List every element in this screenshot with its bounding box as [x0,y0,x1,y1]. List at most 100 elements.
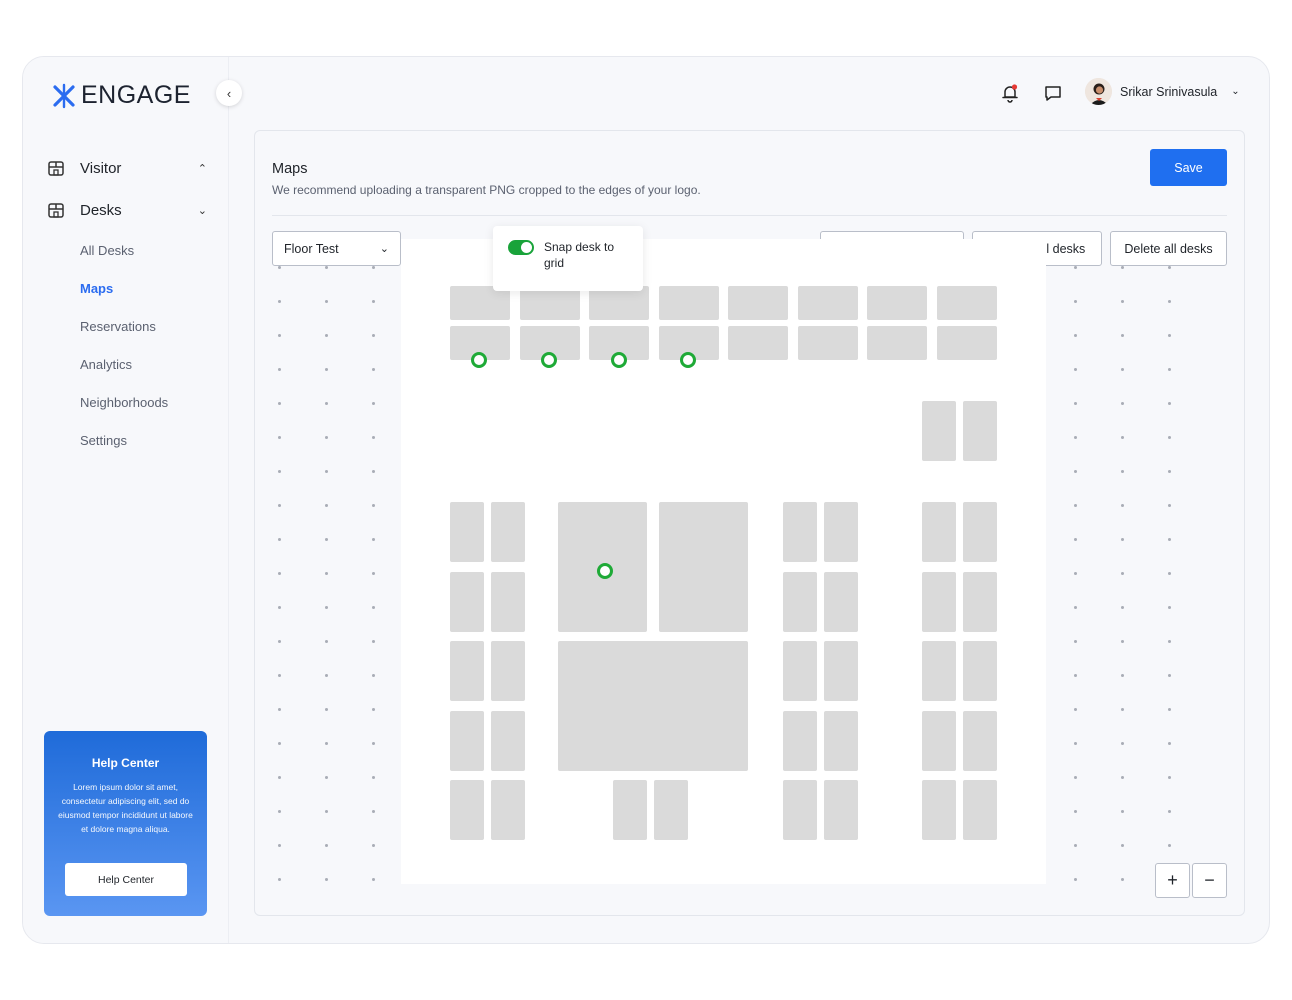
desk[interactable] [491,572,525,632]
desk[interactable] [922,641,956,701]
engage-logo-icon [53,83,75,108]
zoom-out-button[interactable]: − [1192,863,1227,898]
desk[interactable] [963,401,997,461]
desk[interactable] [922,502,956,562]
desk[interactable] [450,780,484,840]
floor-select[interactable]: Floor Test ⌄ [272,231,401,266]
desk[interactable] [783,780,817,840]
sidebar-group-visitor[interactable]: Visitor ⌃ [47,159,207,177]
zoom-in-button[interactable]: + [1155,863,1190,898]
sidebar-item-settings[interactable]: Settings [80,433,127,448]
grid-dot [325,368,328,371]
sidebar-item-analytics[interactable]: Analytics [80,357,132,372]
grid-dot [1074,742,1077,745]
desk[interactable] [450,286,510,320]
grid-dot [1168,334,1171,337]
desk[interactable] [783,641,817,701]
grid-dot [1168,742,1171,745]
desk[interactable] [824,502,858,562]
sidebar-item-maps[interactable]: Maps [80,281,113,296]
desk-marker[interactable] [680,352,696,368]
brand-logo[interactable]: ENGAGE [51,81,191,110]
grid-dot [372,266,375,269]
desk[interactable] [867,286,927,320]
desk[interactable] [922,780,956,840]
desk[interactable] [491,780,525,840]
desk[interactable] [963,780,997,840]
desk[interactable] [963,641,997,701]
grid-dot [278,674,281,677]
desk[interactable] [922,711,956,771]
desk[interactable] [798,326,858,360]
floor-plan-canvas[interactable] [401,239,1046,884]
help-center-card: Help Center Lorem ipsum dolor sit amet, … [44,731,207,916]
desk[interactable] [783,572,817,632]
grid-dot [1074,844,1077,847]
grid-dot [325,300,328,303]
grid-dot [1121,504,1124,507]
desk[interactable] [963,502,997,562]
delete-all-desks-button[interactable]: Delete all desks [1110,231,1227,266]
snap-to-grid-toggle[interactable] [508,240,534,255]
sidebar-item-neighborhoods[interactable]: Neighborhoods [80,395,168,410]
chat-icon[interactable] [1043,83,1063,103]
user-menu[interactable]: Srikar Srinivasula ⌄ [1085,78,1240,105]
sidebar-item-all-desks[interactable]: All Desks [80,243,134,258]
desk[interactable] [798,286,858,320]
desk[interactable] [491,641,525,701]
desk[interactable] [450,502,484,562]
grid-dot [1121,572,1124,575]
desk-marker[interactable] [541,352,557,368]
desk[interactable] [824,572,858,632]
desk[interactable] [491,711,525,771]
sidebar-group-label: Visitor [80,159,122,177]
desk[interactable] [937,286,997,320]
desk[interactable] [783,502,817,562]
desk[interactable] [963,572,997,632]
desk[interactable] [450,572,484,632]
desk[interactable] [824,780,858,840]
grid-dot [1074,368,1077,371]
grid-dot [1168,470,1171,473]
grid-dot [1074,436,1077,439]
grid-dot [1121,470,1124,473]
desk[interactable] [450,641,484,701]
collapse-sidebar-button[interactable]: ‹ [216,80,242,106]
desk[interactable] [520,286,580,320]
app-window: ENGAGE Visitor ⌃ Desks ⌄ All Desks Maps [22,56,1270,944]
desk[interactable] [824,641,858,701]
grid-dot [325,742,328,745]
desk[interactable] [491,502,525,562]
desk[interactable] [922,572,956,632]
desk[interactable] [613,780,647,840]
desk[interactable] [783,711,817,771]
meeting-table[interactable] [558,641,748,771]
desk[interactable] [654,780,688,840]
desk[interactable] [963,711,997,771]
grid-dot [372,300,375,303]
save-button[interactable]: Save [1150,149,1227,186]
sidebar-group-desks[interactable]: Desks ⌄ [47,201,207,219]
desk[interactable] [728,326,788,360]
desk[interactable] [728,286,788,320]
grid-dot [372,572,375,575]
grid-dot [278,436,281,439]
desk[interactable] [937,326,997,360]
sidebar-item-reservations[interactable]: Reservations [80,319,156,334]
desk[interactable] [659,286,719,320]
help-center-button[interactable]: Help Center [65,863,187,896]
meeting-table[interactable] [659,502,748,632]
desk[interactable] [824,711,858,771]
grid-dot [1168,640,1171,643]
desk[interactable] [867,326,927,360]
desk[interactable] [922,401,956,461]
bell-icon[interactable] [1000,83,1020,103]
desk-marker[interactable] [597,563,613,579]
grid-dot [1168,776,1171,779]
desk-marker[interactable] [471,352,487,368]
desk[interactable] [450,711,484,771]
desk[interactable] [589,286,649,320]
desk-marker[interactable] [611,352,627,368]
grid-dot [325,334,328,337]
grid-dot [372,844,375,847]
